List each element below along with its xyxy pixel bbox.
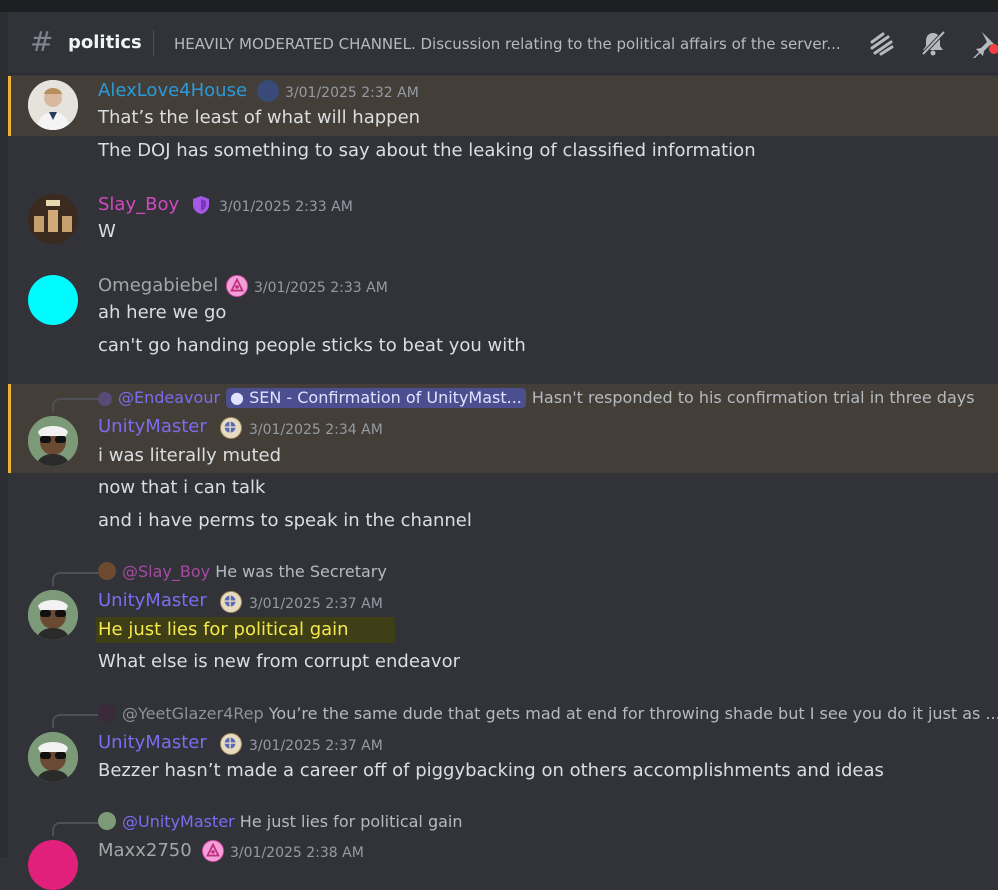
message-text: Bezzer hasn’t made a career off of piggy… — [98, 760, 884, 781]
avatar[interactable] — [28, 416, 78, 466]
reply-mention[interactable]: @Endeavour — [118, 388, 220, 407]
avatar[interactable] — [28, 590, 78, 640]
reply-avatar — [98, 562, 116, 580]
reply-text: He was the Secretary — [215, 562, 387, 581]
timestamp[interactable]: 3/01/2025 2:32 AM — [285, 84, 419, 102]
highlighted-text: He just lies for political gain — [96, 617, 395, 643]
reply-text: Hasn't responded to his confirmation tri… — [531, 388, 975, 407]
username[interactable]: Omegabiebel — [98, 275, 218, 297]
bell-muted-icon[interactable] — [918, 28, 948, 58]
speech-bubble-icon: ● — [230, 388, 250, 407]
thread-pill[interactable]: ● SEN - Confirmation of UnityMast... — [226, 388, 526, 408]
header-divider — [153, 30, 154, 56]
timestamp[interactable]: 3/01/2025 2:34 AM — [249, 421, 383, 439]
reply-connector — [52, 572, 98, 586]
reply-preview[interactable]: @Endeavour ● SEN - Confirmation of UnityM… — [98, 388, 975, 408]
thread-name: SEN - Confirmation of UnityMast... — [249, 388, 522, 407]
avatar[interactable] — [28, 194, 78, 244]
message-text: can't go handing people sticks to beat y… — [98, 335, 526, 356]
reply-avatar — [98, 392, 112, 406]
hashtag-icon: # — [30, 25, 54, 58]
role-badge-icon[interactable] — [220, 417, 242, 439]
role-badge-icon[interactable] — [226, 275, 248, 297]
username[interactable]: AlexLove4House — [98, 80, 247, 102]
username[interactable]: Maxx2750 — [98, 840, 192, 862]
role-badge-icon[interactable] — [220, 591, 242, 613]
message-text: now that i can talk — [98, 477, 266, 498]
reply-avatar — [98, 812, 116, 830]
timestamp[interactable]: 3/01/2025 2:37 AM — [249, 737, 383, 755]
avatar[interactable] — [28, 275, 78, 325]
reply-avatar — [98, 704, 116, 722]
avatar[interactable] — [28, 80, 78, 130]
channel-name: politics — [68, 32, 142, 53]
channel-header: # politics HEAVILY MODERATED CHANNEL. Di… — [8, 12, 998, 74]
message-text-highlighted: He just lies for political gain — [96, 617, 395, 643]
reply-preview[interactable]: @YeetGlazer4Rep You’re the same dude tha… — [98, 704, 998, 724]
pin-icon[interactable] — [970, 28, 998, 59]
message-text: What else is new from corrupt endeavor — [98, 651, 460, 672]
window-top-bar — [0, 0, 998, 12]
reply-preview[interactable]: @UnityMaster He just lies for political … — [98, 812, 463, 832]
reply-preview[interactable]: @Slay_Boy He was the Secretary — [98, 562, 387, 582]
reply-connector — [52, 398, 98, 412]
reply-mention[interactable]: @UnityMaster — [122, 812, 235, 831]
role-badge-icon[interactable] — [202, 840, 224, 862]
message-text: ah here we go — [98, 302, 227, 323]
role-badge-icon[interactable] — [257, 80, 279, 102]
reply-mention[interactable]: @Slay_Boy — [122, 562, 210, 581]
reply-connector — [52, 714, 98, 728]
avatar[interactable] — [28, 732, 78, 782]
message-list: AlexLove4House 3/01/2025 2:32 AM That’s … — [8, 74, 998, 890]
timestamp[interactable]: 3/01/2025 2:37 AM — [249, 595, 383, 613]
message-text: i was literally muted — [98, 445, 282, 466]
username[interactable]: UnityMaster — [98, 590, 207, 612]
username[interactable]: UnityMaster — [98, 732, 207, 754]
reply-text: You’re the same dude that gets mad at en… — [268, 704, 998, 723]
shield-icon[interactable] — [190, 194, 212, 216]
threads-icon[interactable] — [866, 28, 896, 58]
timestamp[interactable]: 3/01/2025 2:33 AM — [219, 198, 353, 216]
username[interactable]: Slay_Boy — [98, 194, 179, 216]
message-text: The DOJ has something to say about the l… — [98, 140, 756, 161]
channel-topic[interactable]: HEAVILY MODERATED CHANNEL. Discussion re… — [174, 34, 864, 54]
message-text: W — [98, 221, 116, 242]
reply-text: He just lies for political gain — [239, 812, 463, 831]
message-text: and i have perms to speak in the channel — [98, 510, 472, 531]
timestamp[interactable]: 3/01/2025 2:38 AM — [230, 844, 364, 862]
avatar[interactable] — [28, 840, 78, 890]
timestamp[interactable]: 3/01/2025 2:33 AM — [254, 279, 388, 297]
role-badge-icon[interactable] — [220, 733, 242, 755]
reply-connector — [52, 822, 98, 836]
sidebar-edge — [0, 12, 8, 857]
message-text: That’s the least of what will happen — [98, 107, 421, 128]
reply-mention[interactable]: @YeetGlazer4Rep — [122, 704, 264, 723]
username[interactable]: UnityMaster — [98, 416, 207, 438]
